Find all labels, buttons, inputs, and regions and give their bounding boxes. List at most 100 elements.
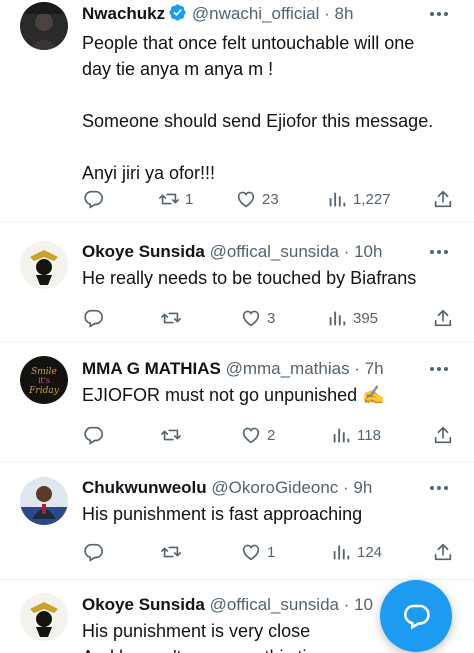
share-button[interactable] [432,423,454,447]
avatar[interactable] [20,477,68,525]
views-icon [329,192,346,207]
tweet[interactable]: Nwachukz @nwachi_official · 8h People th… [0,0,474,222]
avatar[interactable] [20,593,68,641]
handle[interactable]: @offical_sunsida [210,242,339,261]
tweet-header: MMA G MATHIAS @mma_mathias · 7h [82,357,424,381]
share-icon [434,543,452,561]
views-icon [329,311,346,326]
display-name[interactable]: MMA G MATHIAS [82,359,221,378]
views-button[interactable]: 124 [330,540,382,564]
views-count: 395 [353,309,379,327]
timestamp[interactable]: 9h [353,478,372,497]
views-button[interactable]: 395 [326,306,378,330]
tweet-text-line: day tie anya m anya m ! [82,59,274,79]
display-name[interactable]: Nwachukz [82,4,165,23]
display-name[interactable]: Okoye Sunsida [82,242,205,261]
more-icon[interactable] [426,478,452,498]
tweet[interactable]: Chukwunweolu @OkoroGideonc · 9h His puni… [0,463,474,580]
retweet-icon [161,546,181,558]
retweet-icon [161,429,181,441]
reply-button[interactable] [82,423,109,447]
handle[interactable]: @OkoroGideonc [211,478,338,497]
tweet-text-line [82,82,450,108]
tweet[interactable]: Okoye Sunsida @offical_sunsida · 10h He … [0,223,474,342]
tweet-text-line: His punishment is fast approaching [82,504,363,524]
like-button[interactable]: 3 [240,306,275,330]
views-button[interactable]: 1,227 [326,187,391,211]
retweet-icon [159,193,179,205]
separator: · [319,4,335,23]
like-button[interactable]: 23 [235,187,279,211]
compose-reply-icon [404,604,430,630]
tweet-actions: 3 395 [80,306,456,330]
share-button[interactable] [432,306,454,330]
tweet-actions: 1 124 [80,540,456,564]
tweet-text-line: He really needs to be touched by Biafran… [82,268,417,288]
tweet-text-line [82,134,450,160]
tweet-text-line: EJIOFOR must not go unpunished ✍️ [82,385,385,405]
tweet-text-line: People that once felt untouchable will o… [82,33,415,53]
share-button[interactable] [432,187,454,211]
timestamp[interactable]: 8h [335,4,354,23]
reply-button[interactable] [82,187,109,211]
more-icon[interactable] [426,359,452,379]
views-icon [333,545,350,560]
views-button[interactable]: 118 [330,423,381,447]
reply-icon [84,309,103,328]
avatar[interactable]: Smile it's Friday [20,356,68,404]
tweet-text-line: Someone should send Ejiofor this message… [82,111,434,131]
reply-icon [84,426,103,445]
separator: · [338,595,355,614]
svg-text:Friday: Friday [28,386,60,396]
tweet-text: EJIOFOR must not go unpunished ✍️ [82,382,450,408]
timestamp[interactable]: 10h [354,242,382,261]
retweet-button[interactable] [160,423,187,447]
display-name[interactable]: Okoye Sunsida [82,595,205,614]
retweet-count: 1 [185,190,194,208]
verified-badge-icon [169,4,186,21]
timestamp[interactable]: 7h [365,359,384,378]
retweet-icon [161,312,181,324]
like-icon [242,544,260,561]
views-icon [333,428,350,443]
handle[interactable]: @mma_mathias [226,359,350,378]
timestamp[interactable]: 10 [354,595,373,614]
like-icon [242,310,260,327]
reply-icon [84,543,103,562]
reply-button[interactable] [82,306,109,330]
like-button[interactable]: 2 [240,423,275,447]
handle[interactable]: @offical_sunsida [210,595,339,614]
retweet-button[interactable] [160,540,187,564]
retweet-button[interactable]: 1 [158,187,193,211]
reply-button[interactable] [82,540,109,564]
avatar[interactable] [20,241,68,289]
svg-text:it's: it's [38,376,50,385]
avatar[interactable] [20,2,68,50]
tweet-text: People that once felt untouchable will o… [82,30,450,186]
retweet-button[interactable] [160,306,187,330]
tweet-header: Okoye Sunsida @offical_sunsida · 10 [82,593,374,617]
tweet[interactable]: Smile it's Friday MMA G MATHIAS @mma_mathi… [0,343,474,462]
share-button[interactable] [432,540,454,564]
separator: · [338,242,355,261]
tweet-header: Okoye Sunsida @offical_sunsida · 10h [82,240,424,264]
reply-icon [84,190,103,209]
separator: · [349,359,365,378]
compose-reply-button[interactable] [380,580,452,652]
tweet-actions: 1 23 1,227 [80,187,456,211]
like-icon [237,191,255,208]
more-icon[interactable] [426,242,452,262]
share-icon [434,190,452,208]
like-count: 23 [262,190,279,208]
handle[interactable]: @nwachi_official [192,4,320,23]
like-button[interactable]: 1 [240,540,275,564]
tweet-actions: 2 118 [80,423,456,447]
display-name[interactable]: Chukwunweolu [82,478,207,497]
share-icon [434,309,452,327]
tweet-text: His punishment is fast approaching [82,501,450,527]
like-count: 2 [267,426,276,444]
separator: · [338,478,354,497]
more-icon[interactable] [426,4,452,24]
views-count: 124 [357,543,383,561]
tweet-header: Chukwunweolu @OkoroGideonc · 9h [82,476,424,500]
